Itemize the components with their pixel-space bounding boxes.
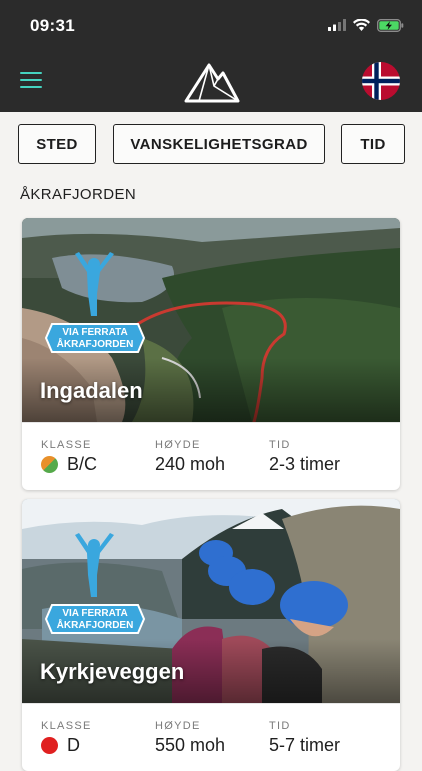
klasse-label: KLASSE (41, 720, 92, 732)
badge-line2: ÅKRAFJORDEN (57, 618, 134, 631)
section-title: ÅKRAFJORDEN (20, 186, 137, 203)
route-info: KLASSE B/C HØYDE 240 moh TID 2-3 timer (22, 422, 400, 490)
app-bar (0, 52, 422, 112)
difficulty-dot-icon (41, 456, 58, 473)
filter-sted-button[interactable]: STED (18, 124, 96, 164)
hoyde-value: 550 moh (155, 735, 226, 755)
tid-label: TID (269, 439, 291, 451)
route-card-ingadalen[interactable]: VIA FERRATA ÅKRAFJORDEN Ingadalen KLASSE… (22, 218, 400, 490)
hoyde-column: HØYDE 240 moh (155, 439, 225, 475)
badge-line2: ÅKRAFJORDEN (57, 337, 134, 350)
klasse-column: KLASSE D (41, 720, 92, 756)
route-card-kyrkjeveggen[interactable]: VIA FERRATA ÅKRAFJORDEN Kyrkjeveggen KLA… (22, 499, 400, 771)
route-image: VIA FERRATA ÅKRAFJORDEN Kyrkjeveggen (22, 499, 400, 703)
status-icons (328, 17, 404, 33)
hoyde-label: HØYDE (155, 439, 201, 451)
filter-tid-button[interactable]: TID (341, 124, 405, 164)
difficulty-dot-icon (41, 737, 58, 754)
filter-bar: STED VANSKELIGHETSGRAD TID (0, 124, 422, 164)
tid-column: TID 2-3 timer (269, 439, 340, 475)
battery-charging-icon (377, 18, 404, 32)
signal-icon (328, 19, 346, 31)
via-ferrata-badge: VIA FERRATA ÅKRAFJORDEN (42, 519, 162, 639)
status-time: 09:31 (30, 16, 75, 35)
language-flag-norway-icon[interactable] (362, 62, 400, 100)
tid-value: 2-3 timer (269, 454, 341, 474)
route-image: VIA FERRATA ÅKRAFJORDEN Ingadalen (22, 218, 400, 422)
klasse-label: KLASSE (41, 439, 92, 451)
menu-icon[interactable] (20, 71, 44, 91)
route-info: KLASSE D HØYDE 550 moh TID 5-7 timer (22, 703, 400, 771)
route-name: Kyrkjeveggen (40, 659, 185, 684)
wifi-icon (353, 19, 370, 31)
filter-vanskelighetsgrad-button[interactable]: VANSKELIGHETSGRAD (113, 124, 325, 164)
klasse-value: B/C (67, 454, 98, 474)
mountain-logo-icon (184, 63, 240, 103)
tid-label: TID (269, 720, 291, 732)
klasse-column: KLASSE B/C (41, 439, 97, 475)
status-bar: 09:31 (0, 0, 422, 52)
via-ferrata-badge: VIA FERRATA ÅKRAFJORDEN (42, 238, 162, 358)
hoyde-label: HØYDE (155, 720, 201, 732)
badge-line1: VIA FERRATA (62, 608, 127, 619)
app-header: 09:31 (0, 0, 422, 112)
hoyde-column: HØYDE 550 moh (155, 720, 225, 756)
klasse-value: D (67, 735, 80, 755)
route-name: Ingadalen (40, 378, 143, 403)
tid-column: TID 5-7 timer (269, 720, 340, 756)
badge-line1: VIA FERRATA (62, 327, 127, 338)
hoyde-value: 240 moh (155, 454, 226, 474)
tid-value: 5-7 timer (269, 735, 341, 755)
